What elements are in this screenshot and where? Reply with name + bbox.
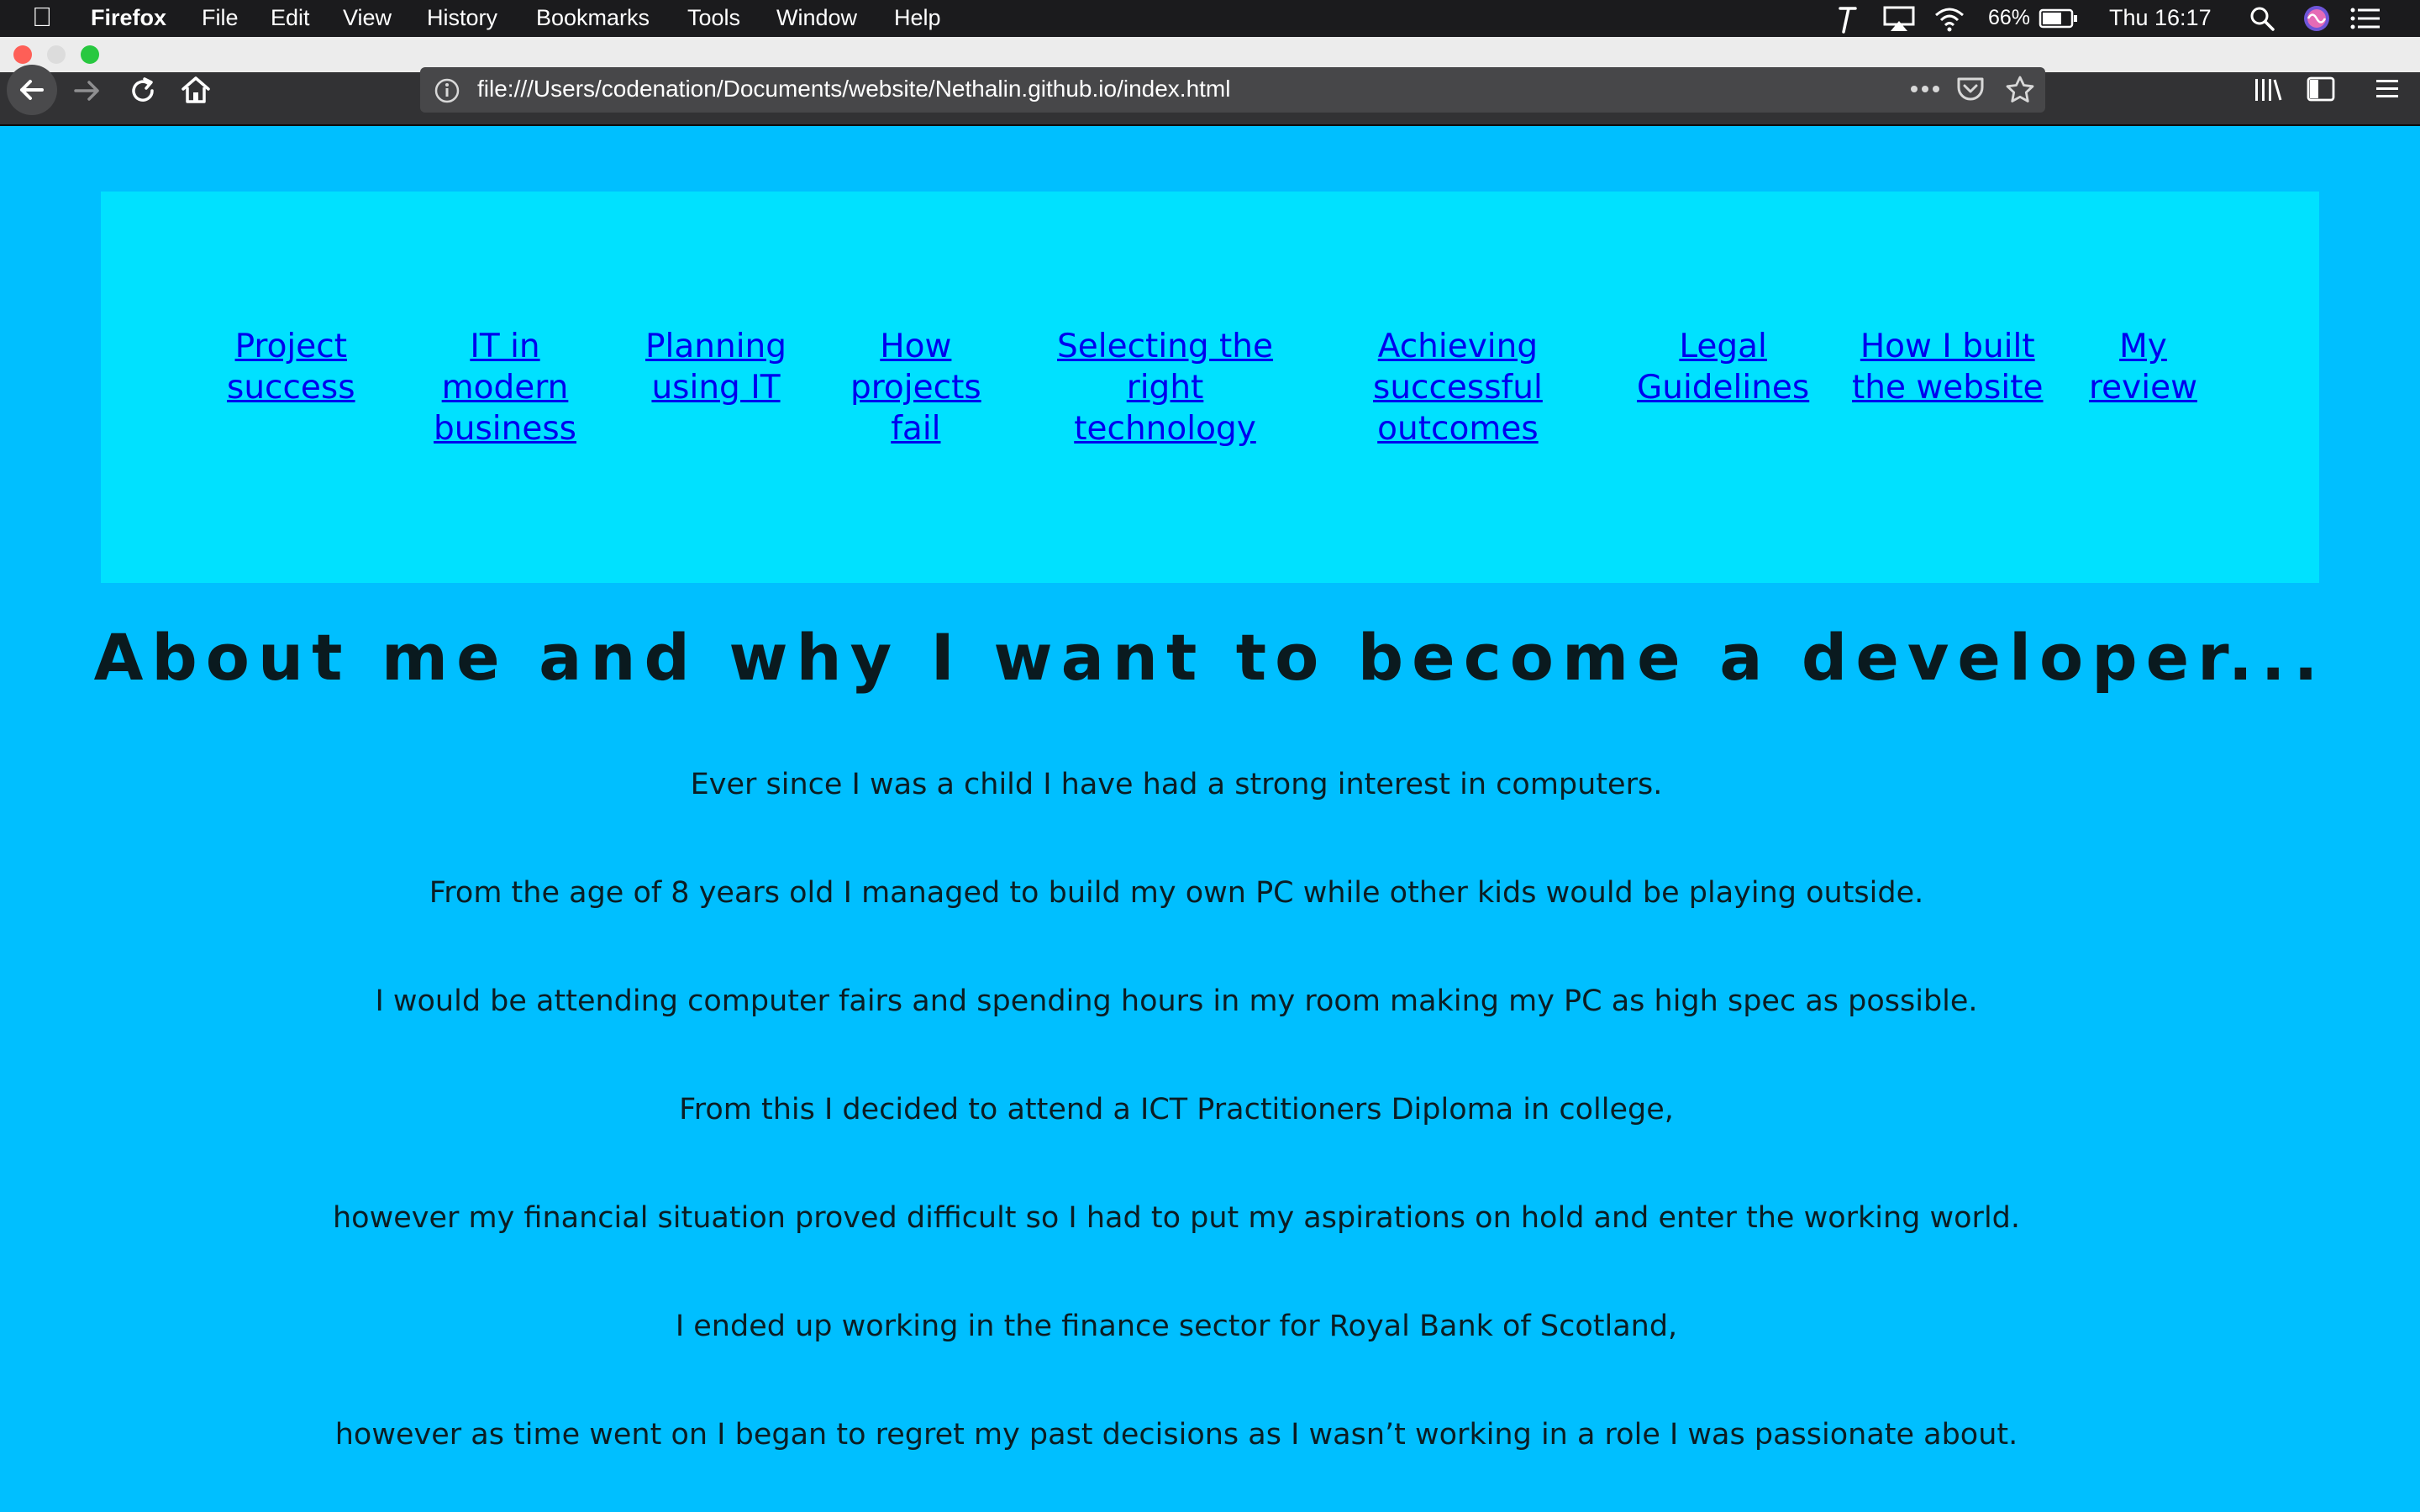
pocket-icon[interactable] bbox=[1956, 76, 1985, 102]
nav-link-planning-using-it[interactable]: Planning using IT bbox=[645, 326, 786, 408]
battery-icon[interactable] bbox=[2039, 8, 2079, 29]
menu-tools[interactable]: Tools bbox=[687, 5, 740, 31]
about-paragraph: From this I decided to attend a ICT Prac… bbox=[679, 1093, 1674, 1126]
minimize-window-button[interactable] bbox=[47, 45, 66, 64]
about-paragraph: Ever since I was a child I have had a st… bbox=[690, 768, 1663, 801]
nav-link-legal-guidelines[interactable]: Legal Guidelines bbox=[1637, 326, 1809, 408]
url-text[interactable]: file:///Users/codenation/Documents/websi… bbox=[477, 76, 1230, 102]
sidebar-icon[interactable] bbox=[2306, 76, 2336, 102]
library-icon[interactable] bbox=[2252, 76, 2284, 104]
about-paragraph: however as time went on I began to regre… bbox=[334, 1418, 2018, 1452]
menu-history[interactable]: History bbox=[427, 5, 497, 31]
back-icon[interactable] bbox=[3, 64, 60, 116]
nav-link-how-i-built-the-website[interactable]: How I built the website bbox=[1852, 326, 2044, 408]
zoom-window-button[interactable] bbox=[81, 45, 99, 64]
macos-menu-bar:  Firefox File Edit View History Bookmar… bbox=[0, 0, 2420, 37]
nav-link-it-in-modern-business[interactable]: IT in modern business bbox=[434, 326, 576, 449]
home-icon[interactable] bbox=[180, 74, 212, 106]
menu-view[interactable]: View bbox=[343, 5, 392, 31]
script-icon[interactable] bbox=[1837, 5, 1857, 34]
siri-icon[interactable] bbox=[2302, 4, 2331, 33]
menu-clock[interactable]: Thu 16:17 bbox=[2109, 5, 2212, 31]
wifi-icon[interactable] bbox=[1933, 5, 1966, 32]
about-paragraph: I ended up working in the finance sector… bbox=[675, 1310, 1678, 1343]
notification-center-icon[interactable] bbox=[2349, 7, 2381, 30]
site-navigation: Project success IT in modern business Pl… bbox=[101, 192, 2319, 583]
reload-icon[interactable] bbox=[128, 76, 158, 106]
page-title: About me and why I want to become a deve… bbox=[93, 620, 2327, 695]
about-paragraph: I would be attending computer fairs and … bbox=[375, 984, 1978, 1018]
nav-link-selecting-the-right-technology[interactable]: Selecting the right technology bbox=[1057, 326, 1273, 449]
forward-icon[interactable] bbox=[72, 76, 103, 106]
menu-window[interactable]: Window bbox=[776, 5, 857, 31]
about-paragraph: however my financial situation proved di… bbox=[332, 1201, 2021, 1235]
menu-edit[interactable]: Edit bbox=[271, 5, 310, 31]
spotlight-icon[interactable] bbox=[2249, 5, 2275, 32]
nav-link-achieving-successful-outcomes[interactable]: Achieving successful outcomes bbox=[1373, 326, 1543, 449]
apple-icon[interactable]:  bbox=[32, 2, 52, 33]
info-icon[interactable] bbox=[434, 77, 460, 104]
close-window-button[interactable] bbox=[13, 45, 32, 64]
battery-percent: 66% bbox=[1988, 6, 2031, 29]
nav-link-my-review[interactable]: My review bbox=[2089, 326, 2197, 408]
about-paragraph: From the age of 8 years old I managed to… bbox=[429, 876, 1924, 910]
airplay-icon[interactable] bbox=[1882, 5, 1916, 32]
app-menu-firefox[interactable]: Firefox bbox=[91, 5, 166, 31]
menu-file[interactable]: File bbox=[202, 5, 239, 31]
nav-link-how-projects-fail[interactable]: How projects fail bbox=[850, 326, 981, 449]
bookmark-star-icon[interactable] bbox=[2005, 75, 2035, 103]
nav-link-project-success[interactable]: Project success bbox=[227, 326, 355, 408]
hamburger-menu-icon[interactable] bbox=[2373, 77, 2402, 101]
menu-bookmarks[interactable]: Bookmarks bbox=[536, 5, 650, 31]
menu-help[interactable]: Help bbox=[894, 5, 941, 31]
page-actions-icon[interactable] bbox=[1909, 82, 1941, 96]
